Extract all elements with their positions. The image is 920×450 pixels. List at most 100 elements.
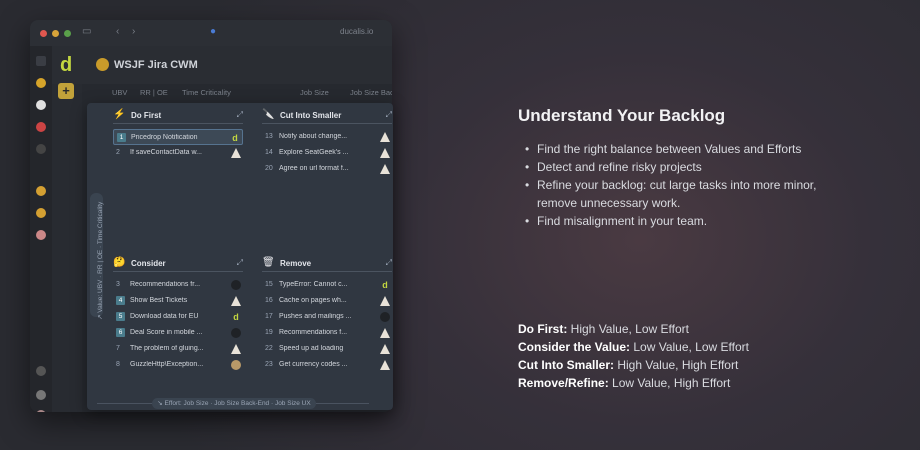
y-axis-label: ↗ Value: UBV · RR | OE · Time Criticalit… xyxy=(97,201,104,320)
list-item[interactable]: 3 Recommendations fr... xyxy=(113,277,243,293)
settings-icon[interactable] xyxy=(36,366,46,376)
quadrant-header: 🔪 Cut Into Smaller ⤢ xyxy=(262,108,392,124)
list-item[interactable]: 1 Pricedrop Notification d xyxy=(113,129,243,145)
assignee-avatar xyxy=(380,312,390,322)
tab-criterion[interactable]: RR | OE xyxy=(140,88,168,97)
workspace-avatar-icon[interactable] xyxy=(36,186,46,196)
assignee-avatar xyxy=(231,344,241,354)
grid-icon[interactable] xyxy=(36,56,46,66)
user-avatar[interactable] xyxy=(36,410,46,412)
list-item[interactable]: 5 Download data for EU d xyxy=(113,309,243,325)
list-item[interactable]: 6 Deal Score in mobile ... xyxy=(113,325,243,341)
list-item[interactable]: 17 Pushes and mailings ... xyxy=(262,309,392,325)
item-number: 13 xyxy=(265,133,273,140)
list-item[interactable]: 19 Recommendations f... xyxy=(262,325,392,341)
assignee-avatar xyxy=(231,280,241,290)
assignee-avatar: d xyxy=(233,312,239,322)
item-number: 6 xyxy=(116,328,125,337)
quadrant-legend: Do First: High Value, Low Effort Conside… xyxy=(518,320,749,392)
list-item[interactable]: 16 Cache on pages wh... xyxy=(262,293,392,309)
item-number: 20 xyxy=(265,165,273,172)
legend-row: Remove/Refine: Low Value, High Effort xyxy=(518,374,749,392)
list-item[interactable]: 4 Show Best Tickets xyxy=(113,293,243,309)
legend-term: Consider the Value: xyxy=(518,340,631,354)
tab-criterion[interactable]: Time Criticality xyxy=(182,88,231,97)
tab-criterion[interactable]: UBV xyxy=(112,88,127,97)
benefits-list: Find the right balance between Values an… xyxy=(521,140,821,230)
legend-row: Do First: High Value, Low Effort xyxy=(518,320,749,338)
list-item[interactable]: 7 The problem of gluing... xyxy=(113,341,243,357)
item-title: Get currency codes ... xyxy=(279,361,348,368)
item-title: Speed up ad loading xyxy=(279,345,344,352)
item-number: 1 xyxy=(117,133,126,142)
item-number: 22 xyxy=(265,345,273,352)
item-number: 4 xyxy=(116,296,125,305)
item-number: 19 xyxy=(265,329,273,336)
quadrant-header: 🤔 Consider ⤢ xyxy=(113,256,243,272)
assignee-avatar xyxy=(380,164,390,174)
list-item[interactable]: 15 TypeError: Cannot c... d xyxy=(262,277,392,293)
item-number: 23 xyxy=(265,361,273,368)
workspace-sidebar xyxy=(30,46,52,412)
item-title: Show Best Tickets xyxy=(130,297,188,304)
item-title: Notify about change... xyxy=(279,133,348,140)
assignee-avatar xyxy=(231,148,241,158)
item-title: Explore SeatGeek's ... xyxy=(279,149,349,156)
quadrant-consider: 🤔 Consider ⤢ 3 Recommendations fr... 4 Show Be… xyxy=(113,256,243,373)
quadrant-icon: ⚡ xyxy=(113,109,126,120)
item-number: 7 xyxy=(116,345,120,352)
tab-criterion[interactable]: Job Size Back-End xyxy=(350,88,392,97)
close-dot-icon[interactable] xyxy=(40,30,47,37)
list-item[interactable]: 8 GuzzleHttp\Exception... xyxy=(113,357,243,373)
help-icon[interactable] xyxy=(36,390,46,400)
item-title: If saveContactData w... xyxy=(130,149,202,156)
minimize-dot-icon[interactable] xyxy=(52,30,59,37)
add-button[interactable]: + xyxy=(58,83,74,99)
back-icon[interactable]: ‹ xyxy=(116,26,119,37)
quadrant-icon: 🔪 xyxy=(262,109,275,120)
expand-icon[interactable]: ⤢ xyxy=(386,110,392,120)
item-title: Agree on url format f... xyxy=(279,165,349,172)
list-item: Find the right balance between Values an… xyxy=(521,140,821,158)
list-item[interactable]: 14 Explore SeatGeek's ... xyxy=(262,145,392,161)
workspace-avatar-icon[interactable] xyxy=(36,230,46,240)
item-title: Download data for EU xyxy=(130,313,199,320)
url-text[interactable]: ducalis.io xyxy=(340,27,373,36)
list-item: Find misalignment in your team. xyxy=(521,212,821,230)
assignee-avatar xyxy=(380,296,390,306)
item-title: Pushes and mailings ... xyxy=(279,313,352,320)
section-title: Understand Your Backlog xyxy=(518,106,726,125)
app-header: d WSJF Jira CWM xyxy=(52,46,392,84)
workspace-avatar-icon[interactable] xyxy=(36,100,46,110)
assignee-avatar xyxy=(231,360,241,370)
item-number: 5 xyxy=(116,312,125,321)
list-item[interactable]: 13 Notify about change... xyxy=(262,129,392,145)
sidebar-toggle-icon[interactable]: ▭ xyxy=(82,26,91,37)
board-title[interactable]: WSJF Jira CWM xyxy=(114,59,198,71)
expand-icon[interactable]: ⤢ xyxy=(237,110,243,120)
assignee-avatar: d xyxy=(232,133,238,143)
workspace-avatar-icon[interactable] xyxy=(36,208,46,218)
list-item[interactable]: 2 If saveContactData w... xyxy=(113,145,243,161)
item-title: Recommendations f... xyxy=(279,329,348,336)
assignee-avatar xyxy=(380,132,390,142)
assignee-avatar xyxy=(231,296,241,306)
assignee-avatar xyxy=(380,148,390,158)
list-item[interactable]: 20 Agree on url format f... xyxy=(262,161,392,177)
list-item[interactable]: 22 Speed up ad loading xyxy=(262,341,392,357)
maximize-dot-icon[interactable] xyxy=(64,30,71,37)
expand-icon[interactable]: ⤢ xyxy=(237,258,243,268)
workspace-avatar-icon[interactable] xyxy=(36,122,46,132)
expand-icon[interactable]: ⤢ xyxy=(386,258,392,268)
list-item[interactable]: 23 Get currency codes ... xyxy=(262,357,392,373)
lightbulb-icon[interactable] xyxy=(36,78,46,88)
quadrant-title: Do First xyxy=(131,111,162,120)
tab-criterion[interactable]: Job Size xyxy=(300,88,329,97)
item-title: TypeError: Cannot c... xyxy=(279,281,348,288)
item-number: 8 xyxy=(116,361,120,368)
quadrant-icon: 🤔 xyxy=(113,257,126,268)
quadrant-cut-into-smaller: 🔪 Cut Into Smaller ⤢ 13 Notify about change.… xyxy=(262,108,392,177)
forward-icon[interactable]: › xyxy=(132,26,135,37)
item-title: Pricedrop Notification xyxy=(131,134,198,141)
workspace-avatar-icon[interactable] xyxy=(36,144,46,154)
